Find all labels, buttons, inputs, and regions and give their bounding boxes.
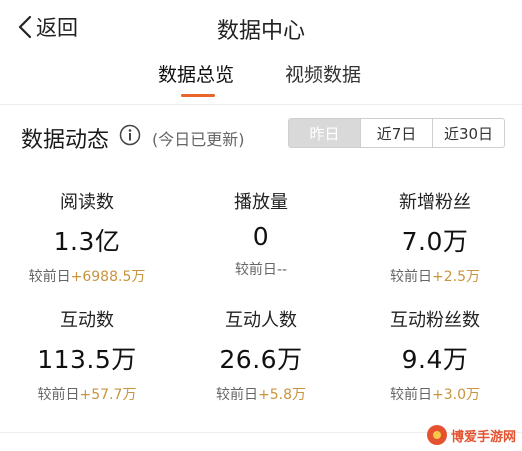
tab-video-data[interactable]: 视频数据 [285, 60, 361, 87]
stat-delta: +6988.5万 [70, 269, 146, 285]
info-icon[interactable] [119, 124, 141, 146]
tab-overview-label: 数据总览 [158, 64, 235, 86]
top-bar: 返回 数据中心 [0, 0, 522, 52]
stat-value: 1.3亿 [53, 227, 121, 256]
stat-label: 播放量 [234, 192, 288, 213]
stat-value: 113.5万 [37, 345, 137, 374]
page-title: 数据中心 [216, 19, 305, 44]
watermark: 博爱手游网 [426, 425, 516, 445]
stat-value: 9.4万 [401, 345, 469, 374]
range-yesterday[interactable]: 昨日 [289, 119, 360, 147]
range-30-days[interactable]: 近30日 [432, 119, 504, 147]
tab-divider [0, 104, 522, 105]
range-7-days[interactable]: 近7日 [360, 119, 432, 147]
stat-delta: +2.5万 [432, 269, 480, 285]
stat-value: 0 [252, 222, 270, 251]
stat-compare: 较前日+6988.5万 [0, 266, 174, 286]
compare-prefix: 较前日 [37, 387, 80, 403]
compare-prefix: 较前日 [390, 387, 432, 403]
stat-compare: 较前日-- [174, 259, 348, 279]
compare-prefix: 较前日 [390, 269, 432, 285]
stat-compare: 较前日+5.8万 [174, 384, 348, 404]
stat-compare: 较前日+57.7万 [0, 384, 174, 404]
stat-delta: -- [276, 262, 288, 278]
stat-card-interactions: 互动数 113.5万 较前日+57.7万 [0, 306, 174, 404]
stat-value: 7.0万 [401, 227, 469, 256]
stat-label: 阅读数 [60, 192, 114, 213]
stat-delta: +3.0万 [432, 387, 480, 403]
stat-label: 互动人数 [225, 310, 297, 331]
stat-delta: +57.7万 [79, 387, 137, 403]
tab-overview[interactable]: 数据总览 [158, 60, 235, 97]
date-range-selector: 昨日 近7日 近30日 [288, 118, 505, 148]
stat-card-new-followers: 新增粉丝 7.0万 较前日+2.5万 [348, 188, 522, 286]
compare-prefix: 较前日 [28, 269, 71, 285]
stat-label: 新增粉丝 [399, 192, 471, 213]
stat-compare: 较前日+3.0万 [348, 384, 522, 404]
stat-card-reads: 阅读数 1.3亿 较前日+6988.5万 [0, 188, 174, 286]
stat-card-plays: 播放量 0 较前日-- [174, 188, 348, 279]
compare-prefix: 较前日 [234, 262, 277, 278]
section-title: 数据动态 [21, 128, 110, 153]
tab-bar: 数据总览 视频数据 [0, 60, 522, 100]
watermark-logo-icon [426, 425, 447, 445]
stat-card-interacting-followers: 互动粉丝数 9.4万 较前日+3.0万 [348, 306, 522, 404]
stat-label: 互动粉丝数 [390, 310, 480, 331]
stat-value: 26.6万 [219, 345, 303, 374]
stat-compare: 较前日+2.5万 [348, 266, 522, 286]
section-header: 数据动态 (今日已更新) 昨日 近7日 近30日 [0, 112, 522, 160]
watermark-text: 博爱手游网 [450, 429, 516, 445]
active-tab-indicator [181, 94, 215, 97]
stat-delta: +5.8万 [258, 387, 306, 403]
compare-prefix: 较前日 [216, 387, 258, 403]
stat-label: 互动数 [60, 310, 114, 331]
stat-card-interacting-users: 互动人数 26.6万 较前日+5.8万 [174, 306, 348, 404]
tab-video-data-label: 视频数据 [285, 64, 362, 86]
update-status: (今日已更新) [152, 130, 245, 149]
